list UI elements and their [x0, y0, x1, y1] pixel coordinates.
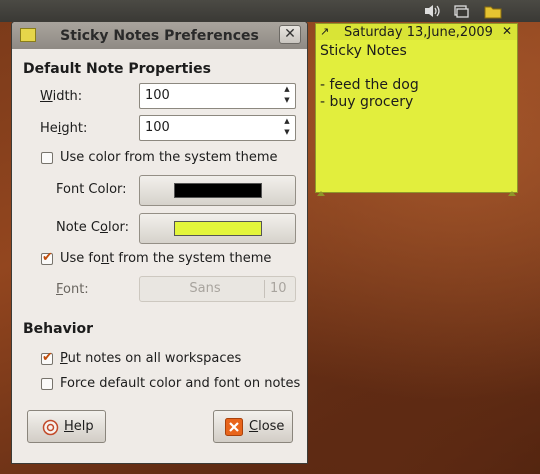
width-label: Width: — [40, 89, 83, 104]
note-color-label: Note Color: — [56, 220, 130, 235]
close-button[interactable]: Close — [213, 410, 293, 443]
titlebar[interactable]: Sticky Notes Preferences ✕ — [12, 22, 307, 49]
width-spinner[interactable]: 100 ▲ ▼ — [139, 83, 296, 109]
use-color-theme-label[interactable]: Use color from the system theme — [60, 150, 278, 165]
font-color-button[interactable] — [139, 175, 296, 206]
note-color-button[interactable] — [139, 213, 296, 244]
font-label: Font: — [56, 282, 89, 297]
resize-grip-right-icon[interactable] — [508, 185, 516, 196]
note-header[interactable]: ↗ Saturday 13,June,2009 ✕ — [316, 24, 517, 40]
font-name: Sans — [189, 281, 221, 296]
sticky-note[interactable]: ↗ Saturday 13,June,2009 ✕ Sticky Notes -… — [315, 23, 518, 196]
width-value: 100 — [145, 88, 170, 103]
note-close-icon[interactable]: ✕ — [502, 24, 512, 38]
preferences-dialog: Sticky Notes Preferences ✕ Default Note … — [11, 21, 308, 464]
top-panel — [0, 0, 540, 22]
help-button[interactable]: Help — [27, 410, 106, 443]
font-picker-button[interactable]: Sans 10 — [139, 276, 296, 302]
close-icon — [225, 418, 243, 440]
titlebar-close-button[interactable]: ✕ — [279, 25, 301, 44]
height-stepper-arrows[interactable]: ▲ ▼ — [279, 116, 295, 140]
all-workspaces-checkbox[interactable]: ✔ — [41, 350, 53, 365]
close-button-label: Close — [249, 419, 285, 434]
font-size: 10 — [270, 281, 287, 296]
note-body[interactable]: Sticky Notes - feed the dog - buy grocer… — [320, 43, 419, 111]
use-font-theme-checkbox[interactable]: ✔ — [41, 250, 53, 265]
use-font-theme-label[interactable]: Use font from the system theme — [60, 251, 271, 266]
dialog-title: Sticky Notes Preferences — [60, 28, 259, 44]
resize-grip-left-icon[interactable] — [317, 185, 325, 196]
section-default-properties: Default Note Properties — [23, 61, 211, 77]
font-separator — [264, 280, 265, 298]
window-switcher-icon[interactable] — [452, 3, 470, 19]
font-color-label: Font Color: — [56, 182, 127, 197]
note-color-swatch — [174, 221, 262, 236]
section-behavior: Behavior — [23, 321, 94, 337]
width-stepper-arrows[interactable]: ▲ ▼ — [279, 84, 295, 108]
all-workspaces-label[interactable]: Put notes on all workspaces — [60, 351, 241, 366]
use-color-theme-checkbox[interactable] — [41, 152, 53, 164]
help-button-label: Help — [64, 419, 94, 434]
force-default-label[interactable]: Force default color and font on notes — [60, 376, 300, 391]
force-default-checkbox[interactable] — [41, 378, 53, 390]
note-date: Saturday 13,June,2009 — [344, 25, 493, 40]
font-color-swatch — [174, 183, 262, 198]
pin-icon[interactable]: ↗ — [320, 25, 329, 38]
folder-icon[interactable] — [484, 3, 502, 19]
height-label: Height: — [40, 121, 88, 136]
volume-icon[interactable] — [423, 3, 441, 19]
height-spinner[interactable]: 100 ▲ ▼ — [139, 115, 296, 141]
height-value: 100 — [145, 120, 170, 135]
help-icon — [42, 419, 59, 440]
